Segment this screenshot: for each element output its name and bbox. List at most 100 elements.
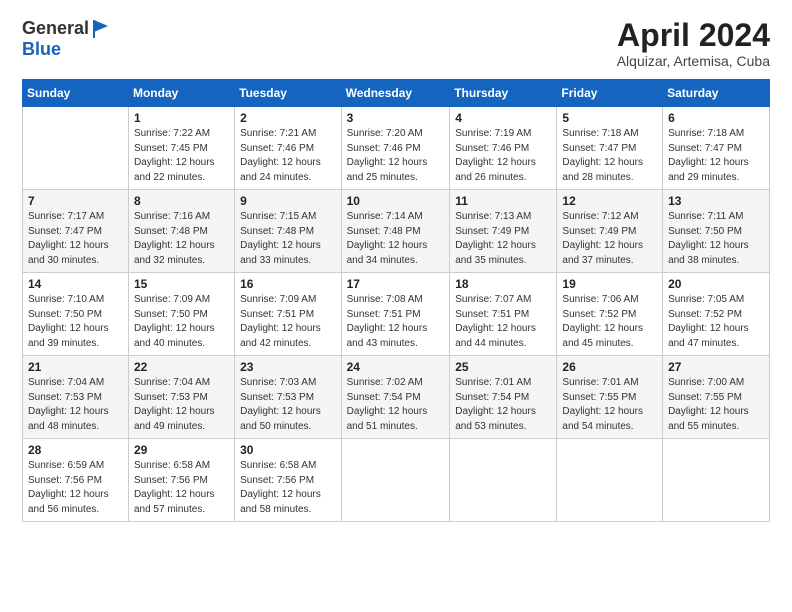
- day-info: Sunrise: 7:02 AM Sunset: 7:54 PM Dayligh…: [347, 376, 445, 434]
- calendar-cell: 29 Sunrise: 6:58 AM Sunset: 7:56 PM Dayli…: [128, 439, 234, 522]
- calendar-cell: 30Sunrise: 6:58 AM Sunset: 7:56 PM Dayli…: [235, 439, 341, 522]
- calendar-cell: 7 Sunrise: 7:17 AM Sunset: 7:47 PM Daylig…: [23, 190, 129, 273]
- day-number: 7: [28, 194, 123, 208]
- header: General Blue April 2024 Alquizar, Artemi…: [22, 18, 770, 69]
- day-info: Sunrise: 7:05 AM Sunset: 7:52 PM Dayligh…: [668, 293, 764, 351]
- day-info: Sunrise: 7:20 AM Sunset: 7:46 PM Dayligh…: [347, 127, 445, 185]
- day-info: Sunrise: 7:18 AM Sunset: 7:47 PM Dayligh…: [562, 127, 657, 185]
- day-number: 1: [134, 111, 229, 125]
- day-info: Sunrise: 7:03 AM Sunset: 7:53 PM Dayligh…: [240, 376, 335, 434]
- day-info: Sunrise: 7:09 AM Sunset: 7:50 PM Dayligh…: [134, 293, 229, 351]
- day-info: Sunrise: 7:15 AM Sunset: 7:48 PM Dayligh…: [240, 210, 335, 268]
- calendar-cell: [557, 439, 663, 522]
- day-info: Sunrise: 7:13 AM Sunset: 7:49 PM Dayligh…: [455, 210, 551, 268]
- day-number: 25: [455, 360, 551, 374]
- location: Alquizar, Artemisa, Cuba: [617, 53, 770, 69]
- calendar-cell: 1 Sunrise: 7:22 AM Sunset: 7:45 PM Daylig…: [128, 107, 234, 190]
- calendar-cell: 8 Sunrise: 7:16 AM Sunset: 7:48 PM Daylig…: [128, 190, 234, 273]
- calendar-week-row: 1 Sunrise: 7:22 AM Sunset: 7:45 PM Daylig…: [23, 107, 770, 190]
- col-wednesday: Wednesday: [341, 80, 450, 107]
- calendar-cell: 2 Sunrise: 7:21 AM Sunset: 7:46 PM Daylig…: [235, 107, 341, 190]
- day-info: Sunrise: 7:19 AM Sunset: 7:46 PM Dayligh…: [455, 127, 551, 185]
- calendar-cell: [450, 439, 557, 522]
- calendar-cell: 9 Sunrise: 7:15 AM Sunset: 7:48 PM Daylig…: [235, 190, 341, 273]
- day-info: Sunrise: 7:04 AM Sunset: 7:53 PM Dayligh…: [134, 376, 229, 434]
- calendar-table: Sunday Monday Tuesday Wednesday Thursday…: [22, 79, 770, 522]
- day-number: 18: [455, 277, 551, 291]
- calendar-cell: 22Sunrise: 7:04 AM Sunset: 7:53 PM Dayli…: [128, 356, 234, 439]
- day-info: Sunrise: 6:59 AM Sunset: 7:56 PM Dayligh…: [28, 459, 123, 517]
- day-info: Sunrise: 7:12 AM Sunset: 7:49 PM Dayligh…: [562, 210, 657, 268]
- day-number: 27: [668, 360, 764, 374]
- day-info: Sunrise: 7:06 AM Sunset: 7:52 PM Dayligh…: [562, 293, 657, 351]
- day-number: 21: [28, 360, 123, 374]
- title-area: April 2024 Alquizar, Artemisa, Cuba: [617, 18, 770, 69]
- day-number: 26: [562, 360, 657, 374]
- day-number: 2: [240, 111, 335, 125]
- day-number: 24: [347, 360, 445, 374]
- calendar-cell: 10 Sunrise: 7:14 AM Sunset: 7:48 PM Dayli…: [341, 190, 450, 273]
- page: General Blue April 2024 Alquizar, Artemi…: [0, 0, 792, 534]
- logo-flag-icon: [90, 18, 112, 40]
- col-friday: Friday: [557, 80, 663, 107]
- day-info: Sunrise: 7:11 AM Sunset: 7:50 PM Dayligh…: [668, 210, 764, 268]
- day-number: 12: [562, 194, 657, 208]
- calendar-cell: 14 Sunrise: 7:10 AM Sunset: 7:50 PM Dayli…: [23, 273, 129, 356]
- calendar-cell: 18 Sunrise: 7:07 AM Sunset: 7:51 PM Dayli…: [450, 273, 557, 356]
- col-monday: Monday: [128, 80, 234, 107]
- day-number: 4: [455, 111, 551, 125]
- day-info: Sunrise: 7:10 AM Sunset: 7:50 PM Dayligh…: [28, 293, 123, 351]
- calendar-cell: 17Sunrise: 7:08 AM Sunset: 7:51 PM Dayli…: [341, 273, 450, 356]
- logo-general-text: General: [22, 18, 89, 38]
- col-thursday: Thursday: [450, 80, 557, 107]
- day-info: Sunrise: 7:00 AM Sunset: 7:55 PM Dayligh…: [668, 376, 764, 434]
- calendar-cell: 12 Sunrise: 7:12 AM Sunset: 7:49 PM Dayli…: [557, 190, 663, 273]
- day-info: Sunrise: 6:58 AM Sunset: 7:56 PM Dayligh…: [240, 459, 335, 517]
- calendar-cell: 27 Sunrise: 7:00 AM Sunset: 7:55 PM Dayli…: [663, 356, 770, 439]
- calendar-cell: [23, 107, 129, 190]
- day-number: 23: [240, 360, 335, 374]
- day-number: 3: [347, 111, 445, 125]
- day-number: 5: [562, 111, 657, 125]
- day-number: 9: [240, 194, 335, 208]
- col-tuesday: Tuesday: [235, 80, 341, 107]
- calendar-cell: 24 Sunrise: 7:02 AM Sunset: 7:54 PM Dayli…: [341, 356, 450, 439]
- logo-blue-text: Blue: [22, 39, 61, 59]
- calendar-cell: 3 Sunrise: 7:20 AM Sunset: 7:46 PM Daylig…: [341, 107, 450, 190]
- calendar-cell: 28Sunrise: 6:59 AM Sunset: 7:56 PM Dayli…: [23, 439, 129, 522]
- day-info: Sunrise: 7:14 AM Sunset: 7:48 PM Dayligh…: [347, 210, 445, 268]
- day-number: 13: [668, 194, 764, 208]
- day-number: 16: [240, 277, 335, 291]
- calendar-cell: 19Sunrise: 7:06 AM Sunset: 7:52 PM Dayli…: [557, 273, 663, 356]
- day-number: 14: [28, 277, 123, 291]
- calendar-cell: 4 Sunrise: 7:19 AM Sunset: 7:46 PM Daylig…: [450, 107, 557, 190]
- day-info: Sunrise: 7:01 AM Sunset: 7:55 PM Dayligh…: [562, 376, 657, 434]
- calendar-cell: 6Sunrise: 7:18 AM Sunset: 7:47 PM Daylig…: [663, 107, 770, 190]
- calendar-week-row: 21 Sunrise: 7:04 AM Sunset: 7:53 PM Dayli…: [23, 356, 770, 439]
- calendar-cell: 23 Sunrise: 7:03 AM Sunset: 7:53 PM Dayli…: [235, 356, 341, 439]
- logo: General Blue: [22, 18, 113, 60]
- day-number: 17: [347, 277, 445, 291]
- day-number: 10: [347, 194, 445, 208]
- day-number: 8: [134, 194, 229, 208]
- day-info: Sunrise: 7:04 AM Sunset: 7:53 PM Dayligh…: [28, 376, 123, 434]
- col-saturday: Saturday: [663, 80, 770, 107]
- calendar-cell: 16Sunrise: 7:09 AM Sunset: 7:51 PM Dayli…: [235, 273, 341, 356]
- day-number: 29: [134, 443, 229, 457]
- month-title: April 2024: [617, 18, 770, 53]
- day-info: Sunrise: 7:01 AM Sunset: 7:54 PM Dayligh…: [455, 376, 551, 434]
- calendar-week-row: 28Sunrise: 6:59 AM Sunset: 7:56 PM Dayli…: [23, 439, 770, 522]
- day-info: Sunrise: 7:07 AM Sunset: 7:51 PM Dayligh…: [455, 293, 551, 351]
- calendar-cell: 13 Sunrise: 7:11 AM Sunset: 7:50 PM Dayli…: [663, 190, 770, 273]
- calendar-week-row: 14 Sunrise: 7:10 AM Sunset: 7:50 PM Dayli…: [23, 273, 770, 356]
- calendar-cell: 11 Sunrise: 7:13 AM Sunset: 7:49 PM Dayli…: [450, 190, 557, 273]
- col-sunday: Sunday: [23, 80, 129, 107]
- day-info: Sunrise: 7:21 AM Sunset: 7:46 PM Dayligh…: [240, 127, 335, 185]
- day-number: 11: [455, 194, 551, 208]
- day-info: Sunrise: 6:58 AM Sunset: 7:56 PM Dayligh…: [134, 459, 229, 517]
- day-info: Sunrise: 7:16 AM Sunset: 7:48 PM Dayligh…: [134, 210, 229, 268]
- calendar-cell: 5 Sunrise: 7:18 AM Sunset: 7:47 PM Daylig…: [557, 107, 663, 190]
- calendar-cell: 20Sunrise: 7:05 AM Sunset: 7:52 PM Dayli…: [663, 273, 770, 356]
- day-info: Sunrise: 7:22 AM Sunset: 7:45 PM Dayligh…: [134, 127, 229, 185]
- day-info: Sunrise: 7:17 AM Sunset: 7:47 PM Dayligh…: [28, 210, 123, 268]
